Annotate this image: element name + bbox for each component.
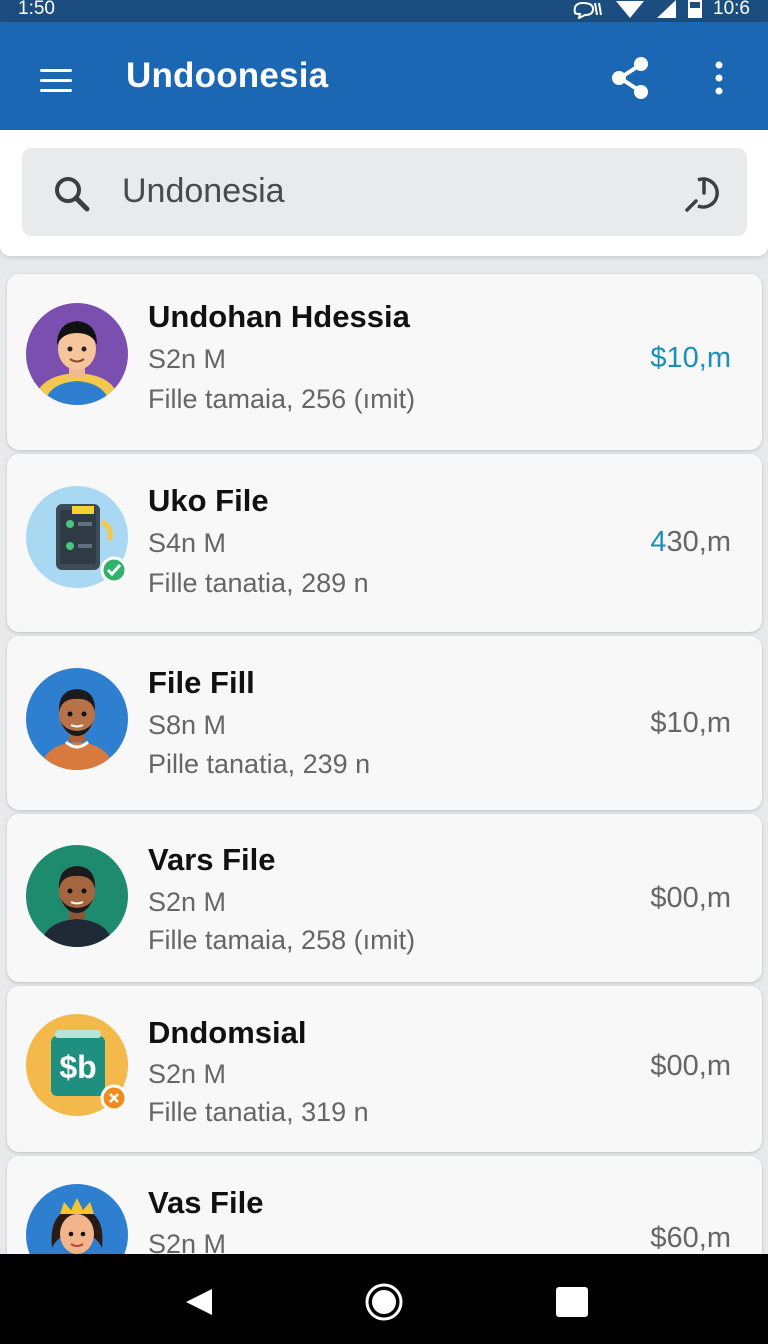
search-input-value: Undonesia — [122, 172, 285, 210]
device-check-avatar — [26, 486, 128, 588]
status-time: 1:50 — [18, 0, 55, 19]
list-item[interactable]: Vars File S2n M Fille tamaia, 258 (ımit)… — [7, 814, 762, 982]
status-clock: 10:6 — [713, 0, 750, 19]
list-item[interactable]: Uko File S4n M Fille tanatia, 289 n 430,… — [7, 454, 762, 632]
item-subtitle: S2n M — [148, 344, 227, 374]
status-icons: 10:6 — [571, 0, 750, 20]
wifi-icon — [616, 1, 645, 18]
item-subtitle: S2n M — [148, 1229, 227, 1254]
status-bar: 1:50 10:6 — [0, 0, 768, 22]
file-list: Undohan Hdessia S2n M Fille tamaia, 256 … — [0, 256, 768, 1254]
system-nav-bar — [0, 1254, 768, 1344]
item-subtitle: S8n M — [148, 710, 227, 740]
item-price: $10,m — [650, 342, 731, 374]
item-price: $60,m — [650, 1222, 731, 1254]
item-description: Fille tamaia, 256 (ımit) — [148, 384, 416, 414]
item-title: Vas File — [148, 1185, 264, 1220]
item-title: Uko File — [148, 483, 269, 518]
item-price-value: 30,m — [666, 526, 731, 558]
item-price: $00,m — [650, 1050, 731, 1082]
list-item[interactable]: File Fill S8n M Pille tanatia, 239 n $10… — [7, 636, 762, 810]
signal-icon — [657, 0, 677, 18]
list-item[interactable]: Undohan Hdessia S2n M Fille tamaia, 256 … — [7, 274, 762, 450]
money-app-avatar: $b — [26, 1014, 128, 1116]
share-icon[interactable] — [606, 54, 654, 102]
back-icon[interactable] — [184, 1287, 214, 1317]
item-title: File Fill — [148, 665, 255, 700]
hamburger-menu-icon[interactable] — [38, 60, 78, 94]
recent-apps-icon[interactable] — [556, 1287, 588, 1317]
app-bar: Undoonesia — [0, 22, 768, 130]
item-description: Fille tanatia, 319 n — [148, 1097, 369, 1127]
search-icon — [55, 177, 90, 212]
item-description: Fille tamaia, 258 (ımit) — [148, 925, 416, 955]
item-subtitle: S2n M — [148, 887, 227, 917]
item-description: Pille tanatia, 239 n — [148, 749, 371, 779]
money-app-avatar-text: $b — [59, 1049, 96, 1085]
notification-icon — [573, 1, 603, 19]
item-subtitle: S4n M — [148, 528, 227, 558]
woman-crown-avatar — [26, 1184, 128, 1254]
item-price: $10,m — [650, 707, 731, 739]
item-subtitle: S2n M — [148, 1059, 227, 1089]
item-title: Dndomsial — [148, 1015, 307, 1050]
more-vert-icon[interactable] — [702, 56, 736, 102]
list-item[interactable]: $b Dndomsial S2n M Fille tanatia, 319 n … — [7, 986, 762, 1152]
item-price: $00,m — [650, 882, 731, 914]
man-avatar-green — [26, 845, 128, 947]
search-input[interactable]: Undonesia — [22, 148, 747, 236]
man-avatar-purple — [26, 303, 128, 405]
item-title: Vars File — [148, 842, 276, 877]
man-avatar-blue — [26, 668, 128, 770]
app-title: Undoonesia — [126, 56, 329, 95]
item-title: Undohan Hdessia — [148, 299, 410, 334]
item-description: Fille tanatia, 289 n — [148, 568, 369, 598]
item-price-accent: 4 — [650, 526, 667, 558]
item-price: 430,m — [650, 526, 731, 559]
search-area: Undonesia — [0, 130, 768, 256]
list-item[interactable]: Vas File S2n M $60,m — [7, 1156, 762, 1254]
home-icon[interactable] — [364, 1282, 404, 1322]
voice-search-icon[interactable] — [682, 172, 724, 214]
battery-icon — [688, 0, 703, 18]
